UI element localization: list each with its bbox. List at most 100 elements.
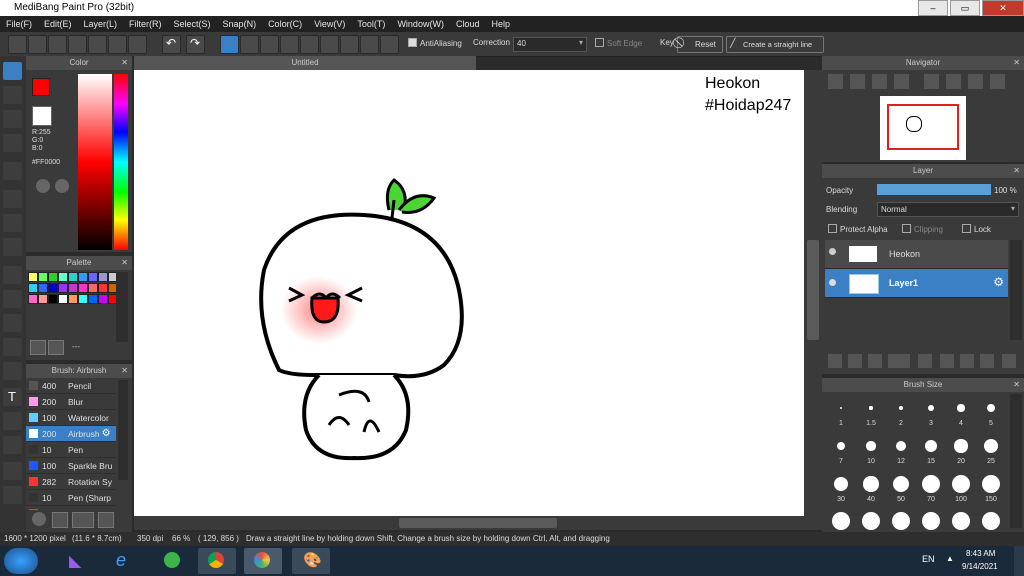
panel-close-icon[interactable]: ✕ <box>121 256 128 270</box>
layer-scrollbar[interactable] <box>1010 240 1022 340</box>
horizontal-scrollbar[interactable] <box>134 516 822 530</box>
brush-settings-icon[interactable] <box>98 512 114 528</box>
brush-size-option[interactable]: 25 <box>976 436 1006 466</box>
foreground-color-swatch[interactable] <box>32 78 50 96</box>
brush-size-option[interactable]: 1 <box>826 398 856 428</box>
brush-size-scrollbar[interactable] <box>1010 394 1022 528</box>
reset-button[interactable]: ⃠ Reset <box>677 36 723 53</box>
new-palette-icon[interactable] <box>30 340 46 355</box>
rotate-right-icon[interactable] <box>968 74 983 89</box>
grid-icon[interactable] <box>128 35 147 54</box>
visual-studio-icon[interactable]: ◣ <box>58 548 96 574</box>
brush-size-dot[interactable] <box>832 512 850 530</box>
brush-size-option[interactable]: 2 <box>886 398 916 428</box>
brush-item[interactable]: 10 Pen <box>26 442 116 458</box>
palette-swatch[interactable] <box>98 294 108 304</box>
palette-swatch[interactable] <box>78 283 88 293</box>
palette-scrollbar[interactable] <box>116 272 128 342</box>
concentric-snap-icon[interactable] <box>320 35 339 54</box>
eye-icon[interactable] <box>829 279 836 286</box>
menu-file[interactable]: File(F) <box>0 16 38 32</box>
brush-item[interactable]: 400 Pencil <box>26 378 116 394</box>
lasso-tool-icon[interactable] <box>3 290 22 308</box>
transparent-color-swatch[interactable] <box>32 106 52 126</box>
palette-more[interactable]: --- <box>72 342 80 351</box>
zoom-in-icon[interactable] <box>828 74 843 89</box>
brush-item[interactable]: 200 Airbrush ⚙ <box>26 426 116 442</box>
layer-add-menu-icon[interactable] <box>888 354 910 368</box>
radial-snap-icon[interactable] <box>300 35 319 54</box>
eraser-tool-icon[interactable] <box>3 86 22 104</box>
layer-settings-icon[interactable] <box>980 354 994 368</box>
palette-swatch[interactable] <box>28 272 38 282</box>
drawing-canvas[interactable]: Heokon #Hoidap247 <box>134 70 804 516</box>
navigator-preview[interactable] <box>880 96 966 160</box>
undo-icon[interactable]: ↶ <box>162 35 181 54</box>
select-pen-tool-icon[interactable] <box>3 338 22 356</box>
duplicate-layer-icon[interactable] <box>940 354 954 368</box>
brush-tool-icon[interactable] <box>3 62 22 80</box>
paint-icon[interactable]: 🎨 <box>292 548 330 574</box>
brush-item[interactable]: 100 Sparkle Bru <box>26 458 116 474</box>
move-tool-icon[interactable] <box>3 162 22 180</box>
rotate-reset-icon[interactable] <box>946 74 961 89</box>
merge-down-icon[interactable] <box>960 354 974 368</box>
new-layer-icon[interactable] <box>828 354 842 368</box>
brush-item[interactable]: 282 Rotation Sy <box>26 474 116 490</box>
brush-size-option[interactable]: 7 <box>826 436 856 466</box>
palette-swatch[interactable] <box>78 272 88 282</box>
palette-swatch[interactable] <box>88 283 98 293</box>
cloud-icon[interactable] <box>8 35 27 54</box>
text-tool-icon[interactable]: T <box>3 388 22 406</box>
palette-swatch[interactable] <box>38 283 48 293</box>
menu-snap[interactable]: Snap(N) <box>217 16 263 32</box>
new-halftone-layer-icon[interactable] <box>848 354 862 368</box>
eye-icon[interactable] <box>829 248 836 255</box>
soft-edge-checkbox[interactable]: Soft Edge <box>595 38 642 48</box>
minimize-button[interactable]: – <box>918 0 948 16</box>
brush-scrollbar[interactable] <box>118 380 128 480</box>
menu-help[interactable]: Help <box>485 16 516 32</box>
vertical-scrollbar[interactable] <box>804 70 822 516</box>
panel-close-icon[interactable]: ✕ <box>121 56 128 70</box>
antialiasing-checkbox[interactable]: AntiAliasing <box>408 38 462 48</box>
show-desktop-button[interactable] <box>1014 546 1024 576</box>
vertical-scroll-thumb[interactable] <box>807 240 819 340</box>
menu-window[interactable]: Window(W) <box>391 16 450 32</box>
trash-icon[interactable] <box>48 340 64 355</box>
brush-size-dot[interactable] <box>922 512 940 530</box>
app-icon[interactable] <box>154 548 192 574</box>
brush-size-option[interactable]: 150 <box>976 474 1006 504</box>
fill-rect-tool-icon[interactable] <box>3 190 22 208</box>
brush-item[interactable]: 15Mapping Pe <box>26 506 116 510</box>
share-icon[interactable] <box>28 35 47 54</box>
brush-size-dot[interactable] <box>862 512 880 530</box>
divide-tool-icon[interactable] <box>3 436 22 454</box>
hue-slider[interactable] <box>114 74 128 250</box>
menu-tool[interactable]: Tool(T) <box>351 16 391 32</box>
cross-snap-icon[interactable] <box>260 35 279 54</box>
panel-close-icon[interactable]: ✕ <box>1013 378 1020 392</box>
zoom-out-icon[interactable] <box>850 74 865 89</box>
redo-icon[interactable]: ↷ <box>186 35 205 54</box>
vanishing-snap-icon[interactable] <box>280 35 299 54</box>
saturation-slider[interactable] <box>78 74 112 250</box>
brush-size-option[interactable]: 70 <box>916 474 946 504</box>
palette-swatch[interactable] <box>48 283 58 293</box>
pen-tool-icon[interactable] <box>3 134 22 152</box>
hand-tool-icon[interactable] <box>3 486 22 504</box>
trash-icon[interactable] <box>1002 354 1016 368</box>
curve-snap-icon[interactable] <box>340 35 359 54</box>
palette-swatch[interactable] <box>58 283 68 293</box>
palette-swatch[interactable] <box>48 294 58 304</box>
dot-tool-icon[interactable] <box>3 110 22 128</box>
brush-size-option[interactable]: 50 <box>886 474 916 504</box>
protect-alpha-checkbox[interactable]: Protect Alpha <box>828 224 888 234</box>
lock-checkbox[interactable]: Lock <box>962 224 991 234</box>
palette-swatch[interactable] <box>78 294 88 304</box>
brush-size-option[interactable]: 15 <box>916 436 946 466</box>
snap-settings-icon[interactable] <box>380 35 399 54</box>
brush-item[interactable]: 200 Blur <box>26 394 116 410</box>
export-icon[interactable] <box>108 35 127 54</box>
palette-icon[interactable] <box>36 179 50 193</box>
